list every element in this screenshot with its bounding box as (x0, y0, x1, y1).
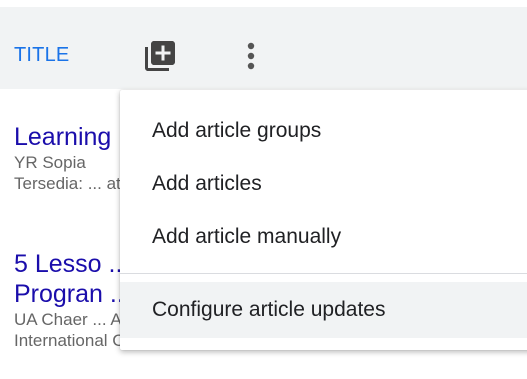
options-menu: Add article groups Add articles Add arti… (120, 90, 527, 350)
add-button[interactable] (142, 38, 178, 74)
menu-item-configure-article-updates[interactable]: Configure article updates (120, 282, 527, 338)
menu-item-add-article-manually[interactable]: Add article manually (120, 210, 527, 263)
more-vertical-icon (247, 42, 255, 70)
title-link[interactable]: TITLE (14, 44, 69, 67)
menu-item-add-articles[interactable]: Add articles (120, 157, 527, 210)
menu-item-add-article-groups[interactable]: Add article groups (120, 104, 527, 157)
toolbar: TITLE (0, 7, 527, 89)
library-add-icon (145, 41, 175, 71)
menu-divider (120, 273, 527, 274)
more-options-button[interactable] (241, 38, 261, 74)
